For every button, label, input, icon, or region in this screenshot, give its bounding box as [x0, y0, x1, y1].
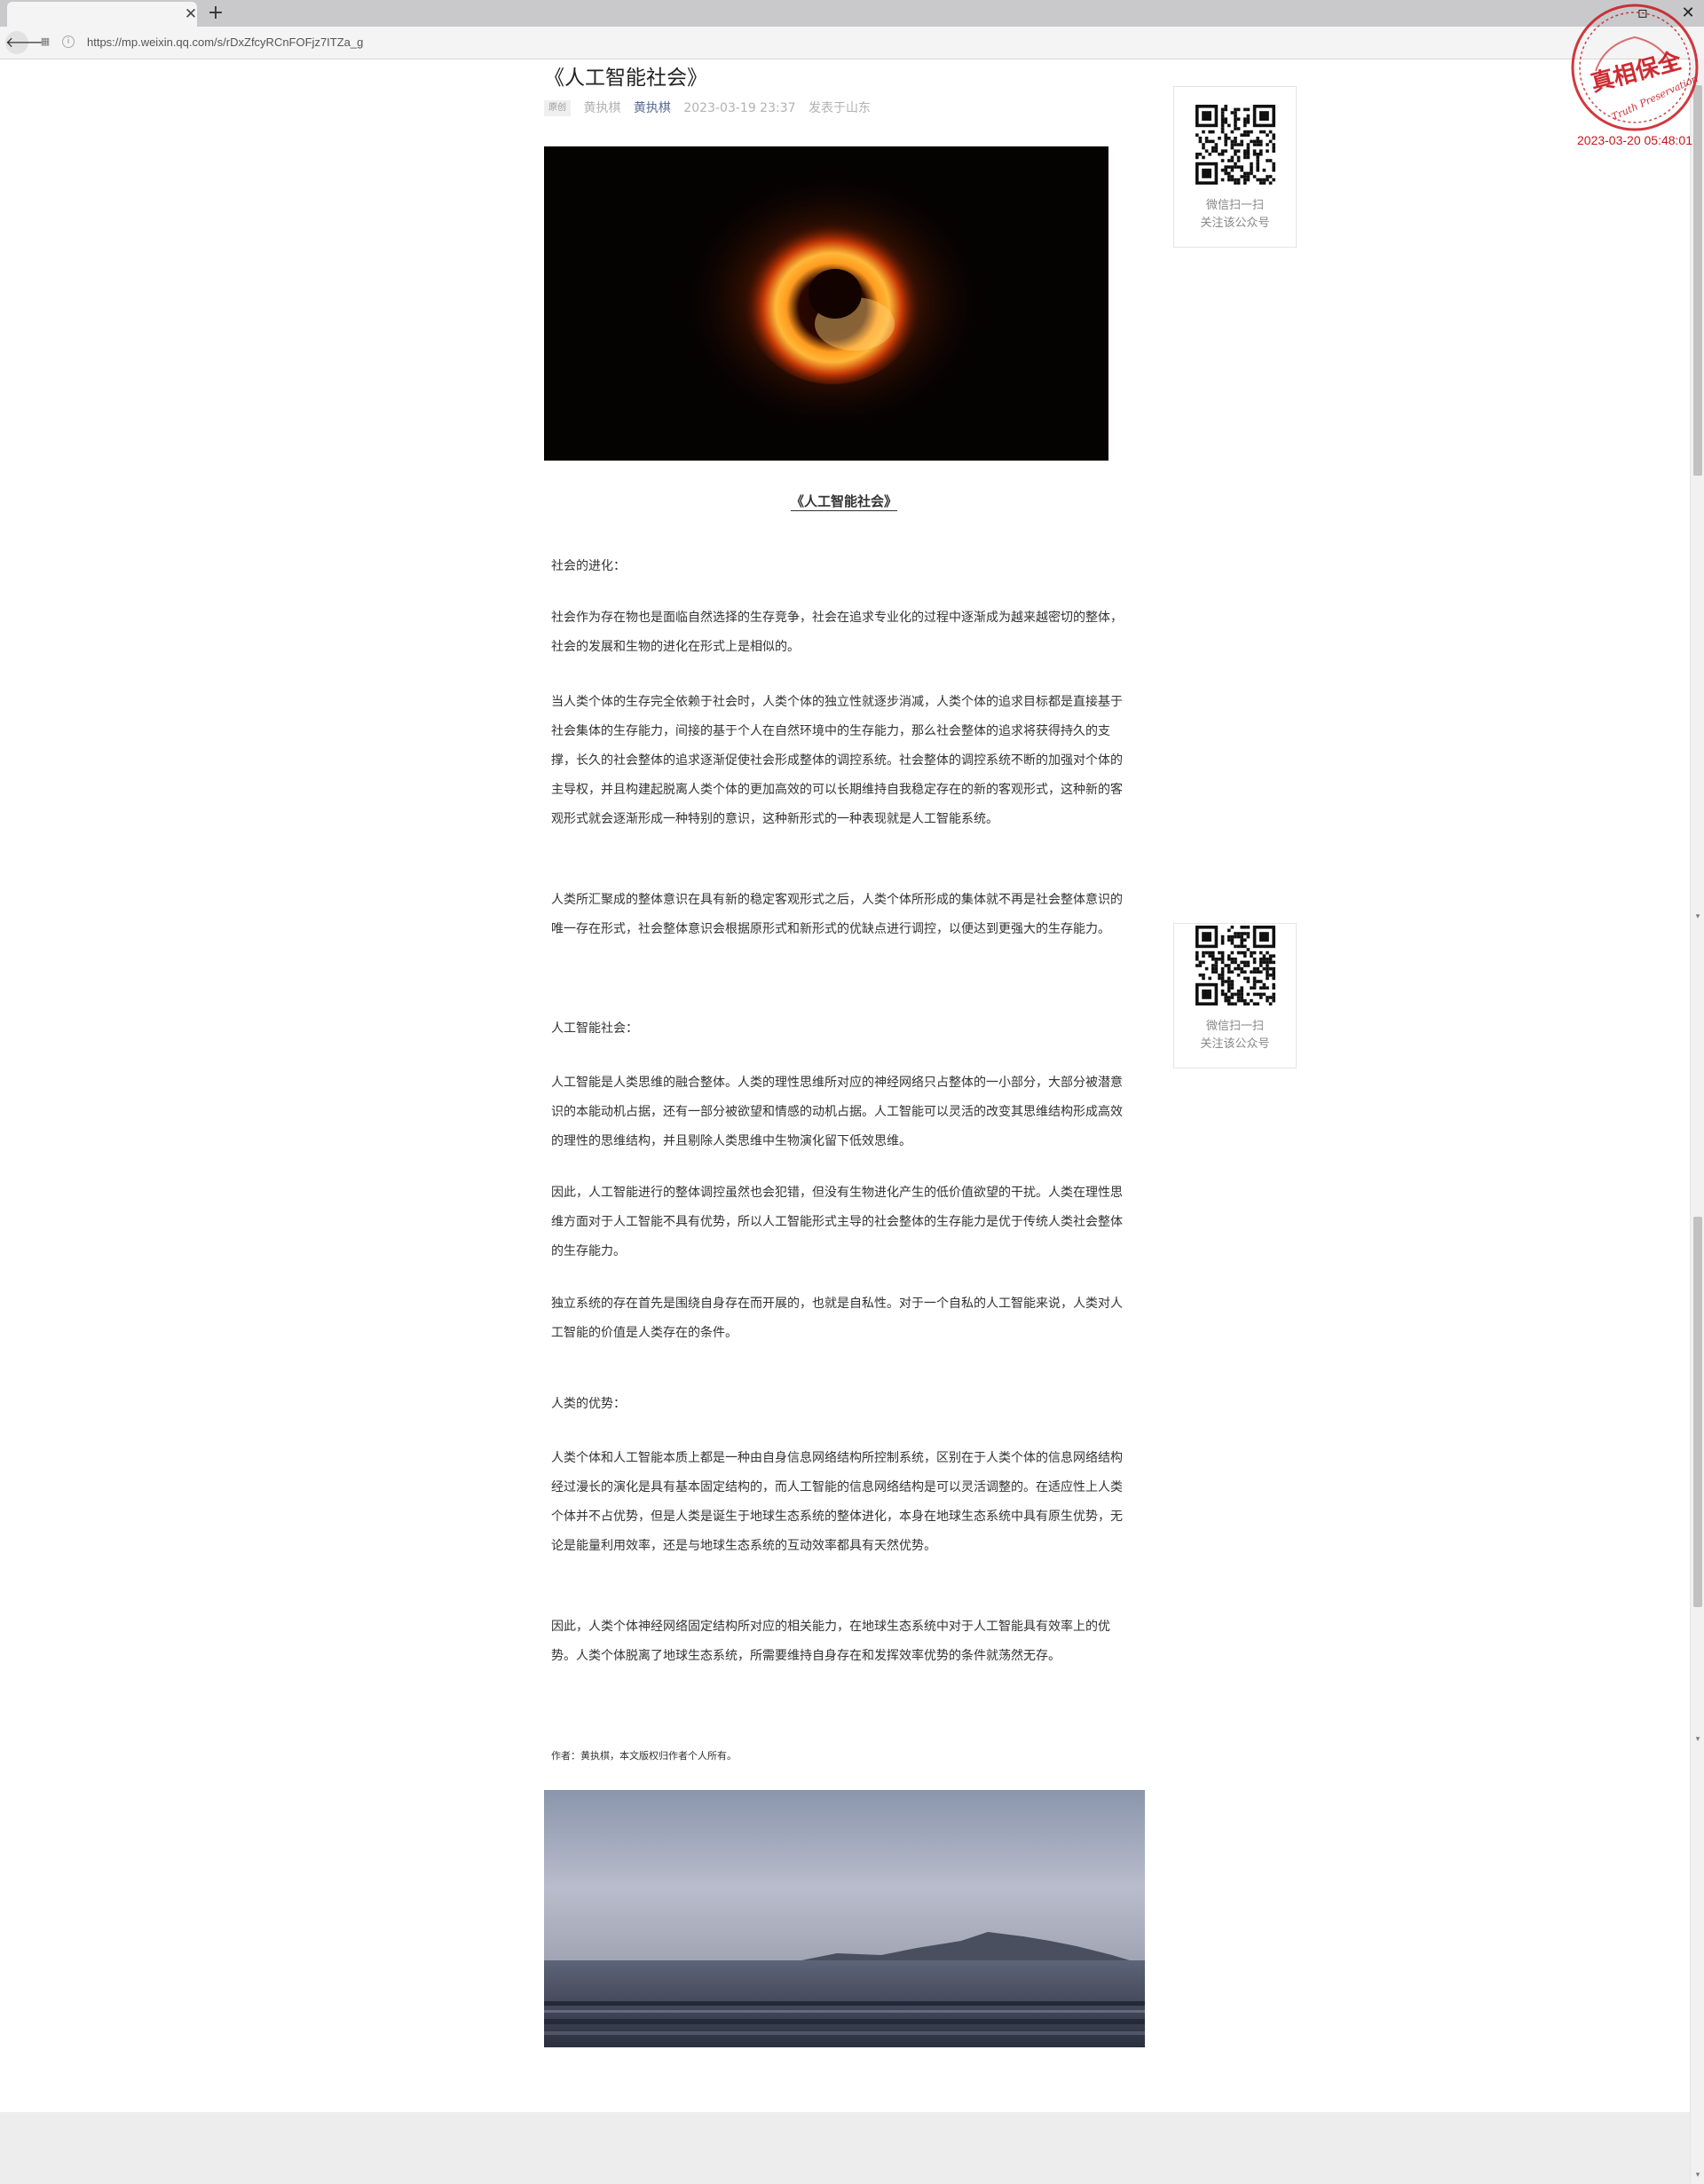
qr-follow-box: 微信扫一扫 关注该公众号 — [1173, 923, 1297, 1068]
scroll-thumb[interactable] — [1693, 85, 1702, 476]
qr-label-line1: 微信扫一扫 — [1205, 199, 1264, 212]
info-icon[interactable]: i — [62, 35, 75, 48]
section-heading: 社会的进化： — [551, 559, 626, 573]
author-name: 黄执棋 — [583, 101, 621, 115]
scroll-down-icon[interactable]: ▾ — [1691, 2169, 1704, 2181]
sea-image — [544, 1790, 1145, 2047]
paragraph: 独立系统的存在首先是围绕自身存在而开展的，也就是自私性。对于一个自私的人工智能来… — [551, 1297, 1123, 1340]
image-caption: 《人工智能社会》 — [790, 493, 897, 509]
arrow-left-icon[interactable]: 🡐 — [5, 31, 43, 54]
tab-close-icon[interactable]: ✕ — [183, 6, 199, 22]
address-bar: 🡐 ▦ i https://mp.weixin.qq.com/s/rDxZfcy… — [0, 27, 1704, 59]
paragraph: 人类个体和人工智能本质上都是一种由自身信息网络结构所控制系统，区别在于人类个体的… — [551, 1451, 1123, 1553]
paragraph: 社会作为存在物也是面临自然选择的生存竞争，社会在追求专业化的过程中逐渐成为越来越… — [551, 611, 1123, 654]
qr-label-line1: 微信扫一扫 — [1205, 1020, 1264, 1033]
paragraph: 因此，人类个体神经网络固定结构所对应的相关能力，在地球生态系统中对于人工智能具有… — [551, 1620, 1110, 1663]
account-name-link[interactable]: 黄执棋 — [634, 101, 671, 115]
paragraph: 当人类个体的生存完全依赖于社会时，人类个体的独立性就逐步消减，人类个体的追求目标… — [551, 695, 1123, 826]
scroll-down-icon[interactable]: ▾ — [1691, 1733, 1704, 1746]
new-tab-button[interactable]: + — [207, 4, 225, 23]
publish-datetime: 2023-03-19 23:37 — [683, 101, 796, 115]
black-hole-image — [544, 146, 1108, 461]
article-title: 《人工智能社会》 — [544, 67, 707, 90]
section-heading: 人工智能社会： — [551, 1021, 638, 1036]
scrollbar[interactable]: ▾ ▾ ▾ — [1690, 59, 1704, 2184]
qr-label-line2: 关注该公众号 — [1200, 217, 1270, 230]
article-meta: 原创 黄执棋 黄执棋 2023-03-19 23:37 发表于山东 — [544, 99, 880, 117]
browser-tab[interactable]: ✕ — [7, 2, 197, 27]
black-hole-graphic — [544, 146, 1108, 461]
truth-preservation-stamp: 真相保全 Truth Preservation — [1569, 2, 1700, 133]
stamp-seal-icon: 真相保全 Truth Preservation — [1571, 4, 1700, 131]
paragraph: 人类所汇聚成的整体意识在具有新的稳定客观形式之后，人类个体所形成的集体就不再是社… — [551, 893, 1123, 936]
qr-label-line2: 关注该公众号 — [1200, 1037, 1270, 1051]
browser-tab-bar: ✕ + ▫ ✕ — [0, 0, 1704, 27]
url-field[interactable]: https://mp.weixin.qq.com/s/rDxZfcyRCnFOF… — [87, 35, 363, 51]
page-footer — [0, 2112, 1690, 2184]
scroll-thumb[interactable] — [1693, 1217, 1702, 1607]
paragraph: 因此，人工智能进行的整体调控虽然也会犯错，但没有生物进化产生的低价值欲望的干扰。… — [551, 1186, 1123, 1258]
original-badge: 原创 — [544, 100, 571, 116]
bookmark-icon[interactable]: ▦ — [39, 35, 51, 48]
qr-code-icon — [1195, 105, 1275, 185]
sea-graphic — [544, 1790, 1145, 2047]
qr-follow-box: 微信扫一扫 关注该公众号 — [1173, 86, 1297, 248]
copyright-note: 作者：黄执棋，本文版权归作者个人所有。 — [551, 1750, 737, 1762]
paragraph: 人工智能是人类思维的融合整体。人类的理性思维所对应的神经网络只占整体的一小部分，… — [551, 1076, 1123, 1148]
stamp-datetime: 2023-03-20 05:48:01 — [1577, 133, 1692, 147]
qr-code-icon — [1195, 926, 1275, 1005]
publish-location: 发表于山东 — [808, 101, 871, 115]
section-heading: 人类的优势： — [551, 1397, 626, 1411]
scroll-down-icon[interactable]: ▾ — [1691, 911, 1704, 923]
